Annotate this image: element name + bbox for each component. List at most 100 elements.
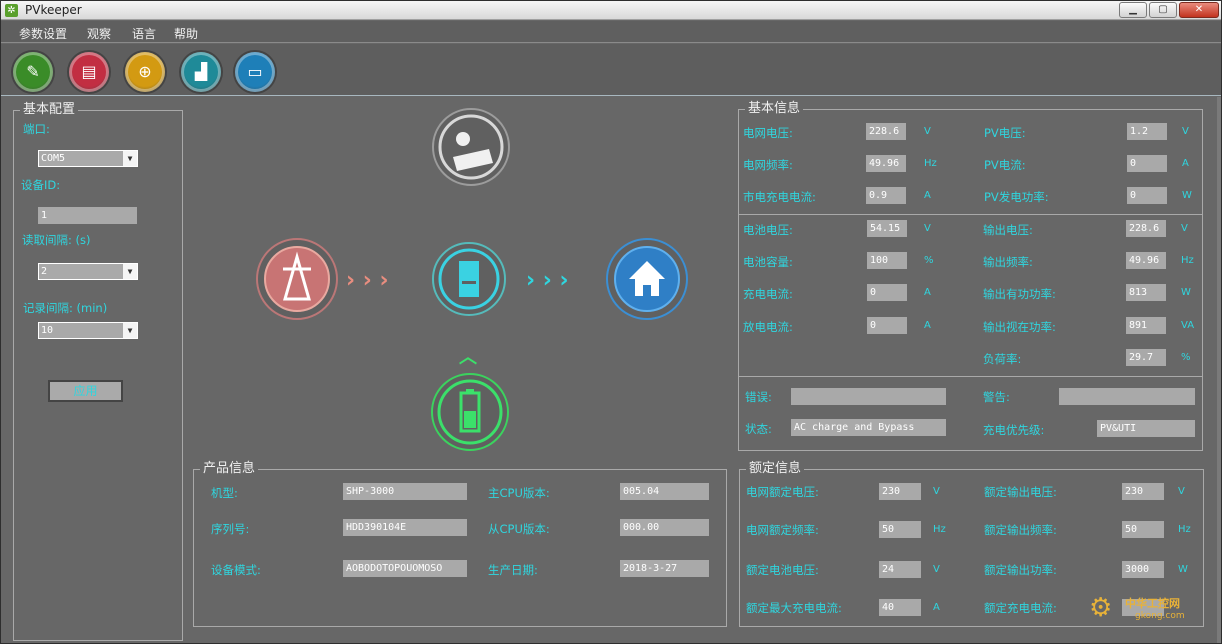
chevron-down-icon[interactable]: ▼ <box>123 323 137 338</box>
basic-left2-label: 放电电流: <box>743 320 793 334</box>
basic-right-label: PV发电功率: <box>984 190 1049 204</box>
basic-left-unit: Hz <box>924 158 937 169</box>
device-id-input[interactable]: 1 <box>38 207 137 224</box>
rated-left-value: 40 <box>879 599 921 616</box>
basic-left2-value: 54.15 <box>867 220 907 237</box>
basic-left-label: 市电充电电流: <box>743 190 816 204</box>
chart-icon[interactable]: ▟ <box>181 52 221 92</box>
basic-left2-value: 0 <box>867 317 907 334</box>
basic-left2-label: 充电电流: <box>743 287 793 301</box>
record-interval-select[interactable]: 10 ▼ <box>38 322 138 339</box>
watermark-line2: gkong.com <box>1135 611 1185 621</box>
basic-right-label: PV电压: <box>984 126 1026 140</box>
toolbar-glyph: ▭ <box>247 62 263 81</box>
read-interval-label: 读取间隔: (s) <box>22 233 91 247</box>
monitor-icon[interactable]: ▭ <box>235 52 275 92</box>
basic-left-unit: A <box>924 190 931 201</box>
power-flow-diagram: › › › › › › ︿ <box>256 108 688 451</box>
read-interval-value: 2 <box>41 266 48 277</box>
rated-left-unit: A <box>933 602 940 613</box>
basic-left2-value: 0 <box>867 284 907 301</box>
product-right-value: 2018-3-27 <box>620 560 709 577</box>
close-button[interactable]: ✕ <box>1179 2 1219 18</box>
menu-settings[interactable]: 参数设置 <box>19 25 67 42</box>
status-field: AC charge and Bypass <box>791 419 946 436</box>
basic-left-label: 电网电压: <box>743 126 793 140</box>
rated-right-label: 额定输出电压: <box>984 485 1057 499</box>
inverter-icon <box>432 242 506 316</box>
flow-arrow-grid: › › › <box>346 268 389 293</box>
basic-left2-value: 100 <box>867 252 907 269</box>
globe-icon[interactable]: ⊕ <box>125 52 165 92</box>
product-right-label: 主CPU版本: <box>488 486 550 500</box>
product-right-label: 从CPU版本: <box>488 522 550 536</box>
book-icon[interactable]: ▤ <box>69 52 109 92</box>
menu-help[interactable]: 帮助 <box>174 25 198 42</box>
rated-left-unit: Hz <box>933 524 946 535</box>
basic-right2-unit: VA <box>1181 320 1195 331</box>
rated-right-value: 3000 <box>1122 561 1164 578</box>
read-interval-select[interactable]: 2 ▼ <box>38 263 138 280</box>
home-icon <box>606 238 688 320</box>
basic-right-unit: A <box>1182 158 1189 169</box>
product-left-value: HDD390104E <box>343 519 467 536</box>
status-label: 状态: <box>745 422 772 436</box>
basic-left2-label: 电池电压: <box>743 223 793 237</box>
rated-info-title: 额定信息 <box>746 461 805 477</box>
rated-right-unit: Hz <box>1178 524 1191 535</box>
rated-left-value: 50 <box>879 521 921 538</box>
port-select[interactable]: COM5 ▼ <box>38 150 138 167</box>
port-label: 端口: <box>23 122 50 136</box>
rated-left-value: 230 <box>879 483 921 500</box>
apply-button[interactable]: 应用 <box>48 380 123 402</box>
record-interval-label: 记录间隔: (min) <box>23 301 108 315</box>
product-left-label: 设备模式: <box>211 563 261 577</box>
basic-right2-label: 输出频率: <box>983 255 1033 269</box>
basic-right2-unit: V <box>1181 223 1188 234</box>
warning-field <box>1059 388 1195 405</box>
basic-right2-unit: W <box>1181 287 1191 298</box>
pencil-icon[interactable]: ✎ <box>13 52 53 92</box>
toolbar-glyph: ⊕ <box>138 62 152 81</box>
title-bar[interactable]: ✲ PVkeeper ▁ ▢ ✕ <box>1 1 1221 20</box>
basic-right-label: PV电流: <box>984 158 1026 172</box>
menu-view[interactable]: 观察 <box>87 25 111 42</box>
minimize-button[interactable]: ▁ <box>1119 2 1147 18</box>
rated-right-unit: W <box>1178 564 1188 575</box>
basic-right2-value: 813 <box>1126 284 1166 301</box>
rated-right-label: 额定输出频率: <box>984 523 1057 537</box>
solar-panel-icon <box>432 108 510 186</box>
rated-left-label: 电网额定频率: <box>746 523 819 537</box>
basic-right2-value: 29.7 <box>1126 349 1166 366</box>
rated-right-unit: V <box>1178 486 1185 497</box>
basic-right2-value: 49.96 <box>1126 252 1166 269</box>
maximize-button[interactable]: ▢ <box>1149 2 1177 18</box>
basic-right2-label: 输出视在功率: <box>983 320 1056 334</box>
divider <box>738 214 1203 215</box>
error-label: 错误: <box>745 390 772 404</box>
basic-right2-unit: % <box>1181 352 1191 363</box>
device-id-label: 设备ID: <box>21 178 61 192</box>
rated-right-value: 50 <box>1122 521 1164 538</box>
rated-right-label: 额定输出功率: <box>984 563 1057 577</box>
basic-left2-unit: A <box>924 287 931 298</box>
basic-right2-value: 891 <box>1126 317 1166 334</box>
product-left-value: SHP-3000 <box>343 483 467 500</box>
rated-right-label: 额定充电电流: <box>984 601 1057 615</box>
menu-language[interactable]: 语言 <box>132 25 156 42</box>
rated-left-label: 额定最大充电电流: <box>746 601 842 615</box>
watermark: ⚙ 中华工控网 gkong.com <box>1089 587 1219 637</box>
battery-icon <box>431 373 509 451</box>
scrollbar[interactable] <box>1217 97 1221 643</box>
rated-right-value: 230 <box>1122 483 1164 500</box>
basic-left2-unit: A <box>924 320 931 331</box>
chevron-down-icon[interactable]: ▼ <box>123 264 137 279</box>
record-interval-value: 10 <box>41 325 54 336</box>
rated-left-label: 电网额定电压: <box>746 485 819 499</box>
flow-arrow-battery: ︿ <box>459 347 477 368</box>
menu-bar: 参数设置 观察 语言 帮助 <box>1 21 1221 43</box>
gear-icon: ⚙ <box>1089 593 1113 623</box>
warning-label: 警告: <box>983 390 1010 404</box>
chevron-down-icon[interactable]: ▼ <box>123 151 137 166</box>
basic-right2-label: 负荷率: <box>983 352 1022 366</box>
